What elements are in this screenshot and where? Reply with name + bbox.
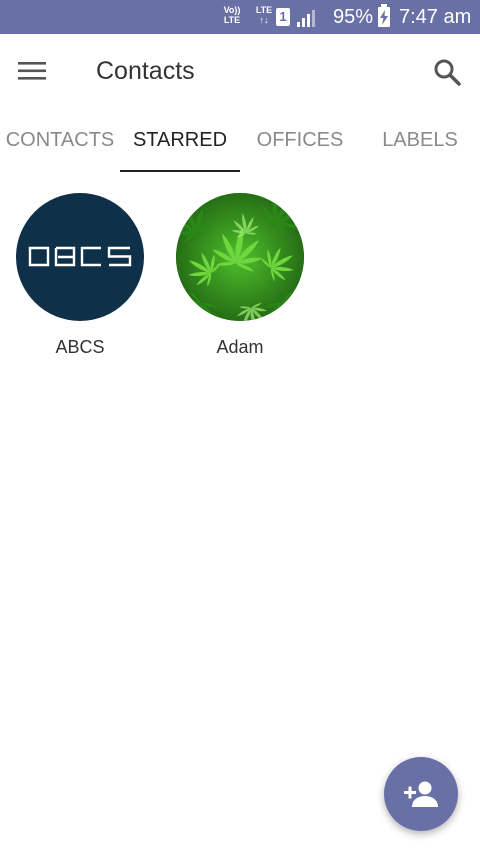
volte-lte-label: LTE [223, 15, 241, 25]
contact-avatar [16, 193, 144, 321]
contact-name: ABCS [55, 337, 105, 357]
hamburger-menu-icon[interactable] [18, 59, 46, 83]
starred-contact-adam[interactable]: Adam [160, 193, 320, 363]
starred-contact-abcs[interactable]: ABCS [0, 193, 160, 363]
data-activity-icon: ↑↓ [259, 15, 269, 25]
tab-bar: CONTACTS STARRED OFFICES LABELS [0, 108, 480, 173]
status-bar: Vo)) LTE LTE ↑↓ 1 95% 7:47 am [0, 0, 480, 34]
add-person-icon [404, 781, 438, 807]
app-toolbar: Contacts [0, 34, 480, 108]
tab-labels[interactable]: LABELS [360, 108, 480, 173]
battery-charging-icon [378, 4, 390, 27]
tab-starred[interactable]: STARRED [120, 108, 240, 173]
signal-strength-icon [297, 10, 315, 27]
active-tab-indicator [120, 170, 240, 172]
battery-percent: 95% [333, 6, 374, 28]
tab-offices[interactable]: OFFICES [240, 108, 360, 173]
tab-contacts[interactable]: CONTACTS [0, 108, 120, 173]
contact-avatar-photo [176, 193, 304, 321]
volte-indicator: Vo)) LTE [221, 5, 243, 25]
sim-slot-icon: 1 [276, 8, 290, 26]
lte-indicator: LTE ↑↓ [254, 5, 274, 25]
clock: 7:47 am [399, 6, 472, 28]
add-contact-button[interactable] [384, 757, 458, 831]
page-title: Contacts [96, 57, 195, 85]
search-icon[interactable] [432, 57, 462, 87]
contact-name: Adam [216, 337, 264, 357]
lte-label: LTE [255, 5, 273, 15]
volte-label: Vo)) [223, 5, 241, 15]
